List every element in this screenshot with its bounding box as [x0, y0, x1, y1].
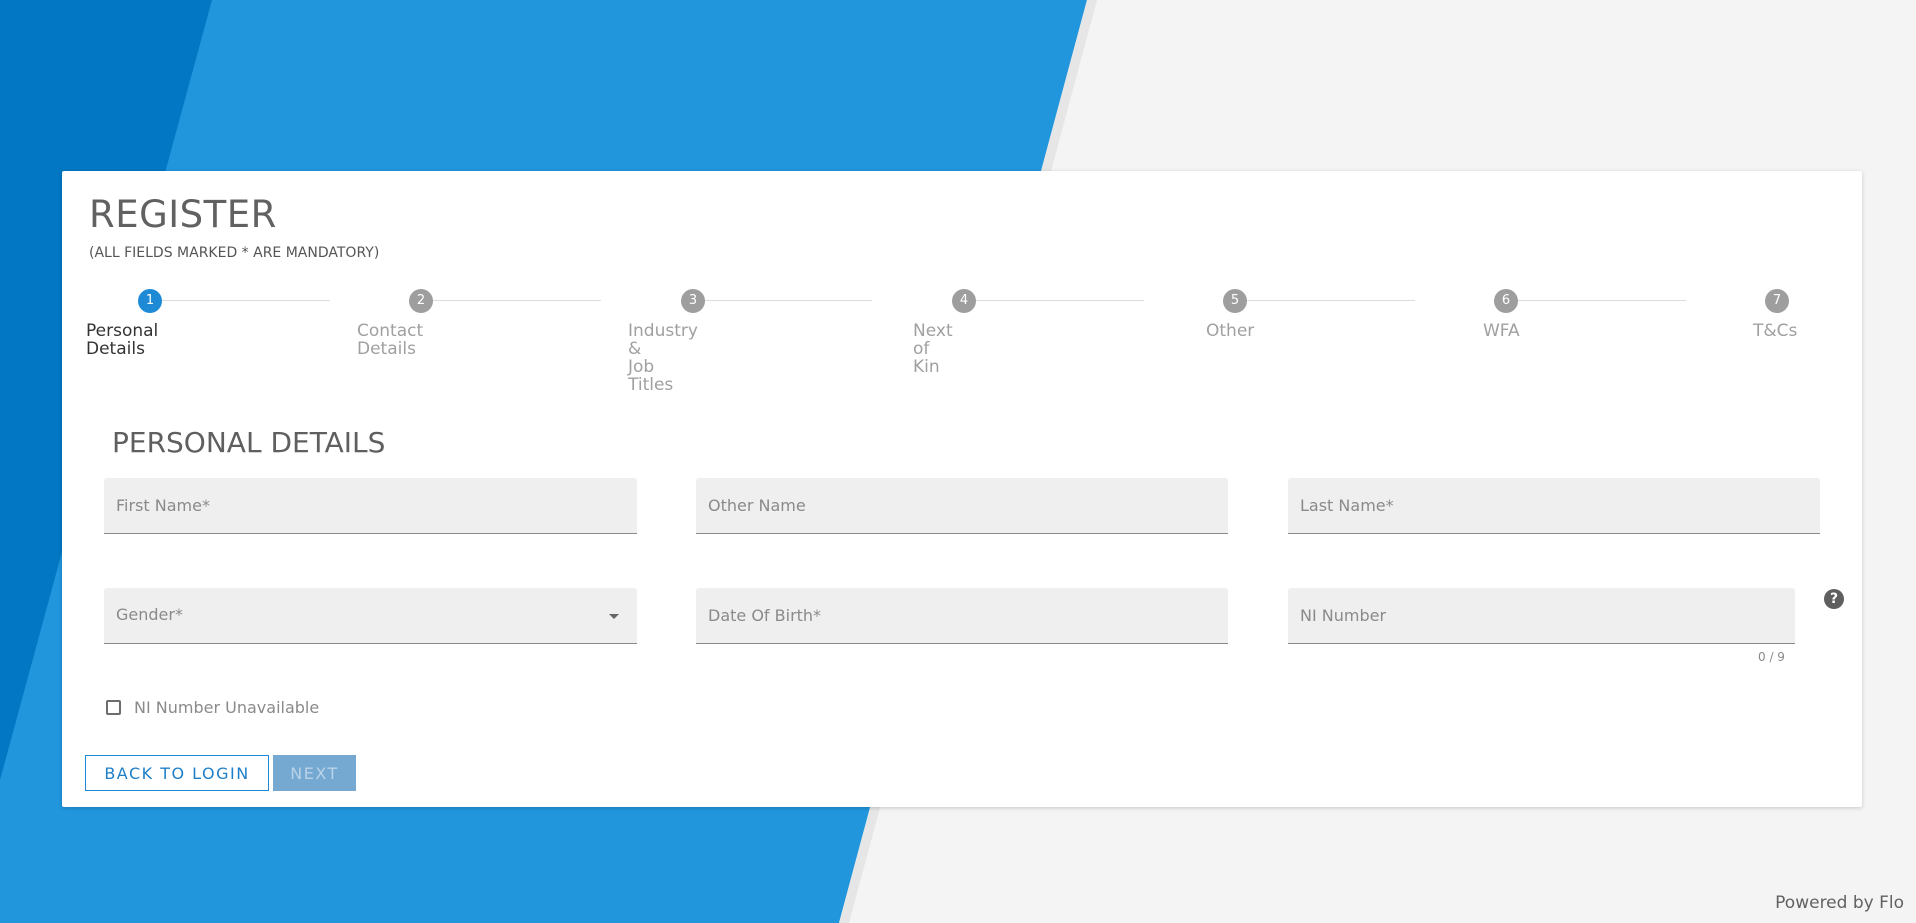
- step-number: 3: [681, 289, 705, 313]
- step-label: Next of Kin: [913, 321, 953, 377]
- step-number: 1: [138, 289, 162, 313]
- step-number: 4: [952, 289, 976, 313]
- first-name-input[interactable]: [116, 478, 609, 533]
- stepper-connector: [705, 300, 872, 301]
- other-name-field[interactable]: [696, 478, 1228, 534]
- ni-number-field[interactable]: [1288, 588, 1795, 644]
- section-title: PERSONAL DETAILS: [112, 426, 386, 459]
- stepper-connector: [162, 300, 330, 301]
- date-of-birth-field[interactable]: [696, 588, 1228, 644]
- date-of-birth-input[interactable]: [708, 588, 1200, 643]
- mandatory-fields-note: (ALL FIELDS MARKED * ARE MANDATORY): [89, 245, 380, 261]
- other-name-input[interactable]: [708, 478, 1200, 533]
- registration-stepper: 1 Personal Details 2 Contact Details 3 I…: [62, 288, 1862, 394]
- first-name-field[interactable]: [104, 478, 637, 534]
- gender-select[interactable]: Gender*: [104, 588, 637, 644]
- ni-number-unavailable-label[interactable]: NI Number Unavailable: [134, 698, 319, 717]
- step-number: 2: [409, 289, 433, 313]
- last-name-field[interactable]: [1288, 478, 1820, 534]
- step-label: WFA: [1483, 321, 1520, 341]
- step-label: T&Cs: [1753, 321, 1798, 341]
- stepper-connector: [976, 300, 1144, 301]
- step-label: Contact Details: [357, 321, 424, 359]
- step-label: Industry & Job Titles: [628, 321, 698, 395]
- step-label: Personal Details: [86, 321, 159, 359]
- ni-number-character-counter: 0 / 9: [1758, 650, 1785, 664]
- ni-number-unavailable-checkbox[interactable]: [106, 700, 121, 715]
- gender-select-placeholder: Gender*: [116, 605, 183, 624]
- next-button[interactable]: NEXT: [273, 755, 356, 791]
- page-title: REGISTER: [89, 193, 277, 236]
- dropdown-arrow-icon: [609, 614, 619, 619]
- stepper-connector: [1518, 300, 1686, 301]
- powered-by-footer: Powered by Flo: [1775, 893, 1904, 913]
- question-circle-icon[interactable]: ?: [1824, 589, 1844, 609]
- step-label: Other: [1206, 321, 1255, 341]
- last-name-input[interactable]: [1300, 478, 1792, 533]
- step-number: 7: [1765, 289, 1789, 313]
- stepper-connector: [1247, 300, 1415, 301]
- stepper-connector: [433, 300, 601, 301]
- step-number: 6: [1494, 289, 1518, 313]
- back-to-login-button[interactable]: BACK TO LOGIN: [85, 755, 269, 791]
- step-number: 5: [1223, 289, 1247, 313]
- ni-number-input[interactable]: [1300, 588, 1767, 643]
- register-card: REGISTER (ALL FIELDS MARKED * ARE MANDAT…: [62, 171, 1862, 807]
